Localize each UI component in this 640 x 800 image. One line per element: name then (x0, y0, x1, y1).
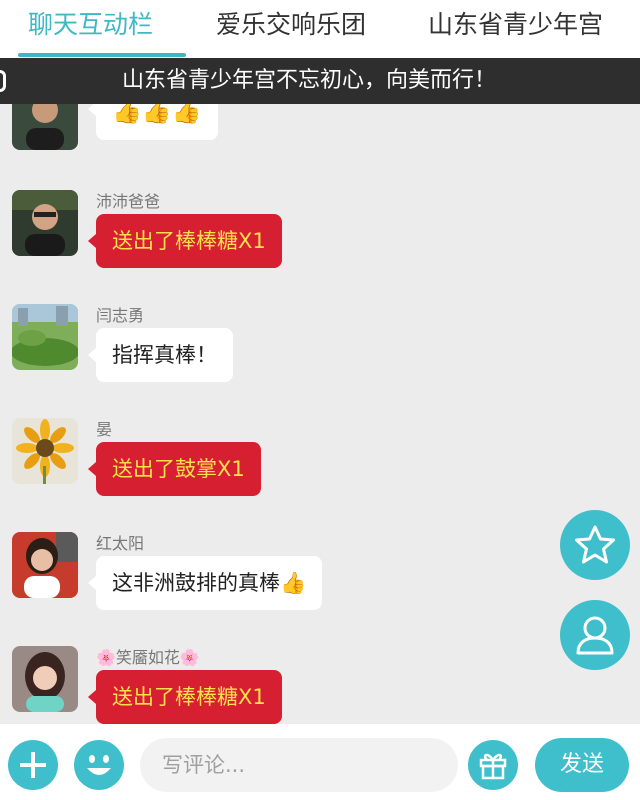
emoji-button[interactable] (74, 740, 124, 790)
nickname: 闫志勇 (96, 306, 145, 325)
add-button[interactable] (8, 740, 58, 790)
marquee-edge-mark (0, 70, 6, 92)
star-icon (575, 525, 615, 564)
announcement-marquee: 山东省青少年宫不忘初心，向美而行！ (0, 58, 640, 104)
nickname: 🌸笑靥如花🌸 (96, 648, 200, 667)
avatar[interactable] (12, 190, 78, 256)
avatar[interactable] (12, 304, 78, 370)
gift-bubble: 送出了鼓掌X1 (88, 442, 261, 496)
avatar[interactable] (12, 104, 78, 150)
bottom-toolbar: 发送 (0, 724, 640, 800)
message-bubble: 👍👍👍 (88, 104, 218, 140)
nickname: 沛沛爸爸 (96, 192, 161, 211)
nickname: 红太阳 (96, 534, 145, 553)
profile-button[interactable] (560, 600, 630, 670)
gift-button[interactable] (468, 740, 518, 790)
tab-bar: 聊天互动栏 爱乐交响乐团 山东省青少年宫 (0, 0, 640, 58)
chat-list[interactable]: 👍👍👍 沛沛爸爸 送出了棒棒糖X1 闫志勇 指挥真棒！ 晏 送出了鼓掌X1 红太… (0, 104, 640, 724)
send-button[interactable]: 发送 (535, 738, 629, 792)
user-icon (576, 616, 614, 655)
tab-orchestra[interactable]: 爱乐交响乐团 (216, 0, 366, 58)
tab-chat[interactable]: 聊天互动栏 (28, 0, 153, 58)
avatar[interactable] (12, 532, 78, 598)
message-bubble: 这非洲鼓排的真棒👍 (87, 556, 323, 610)
plus-icon (20, 752, 46, 778)
favorite-button[interactable] (560, 510, 630, 580)
announcement-text: 山东省青少年宫不忘初心，向美而行！ (122, 68, 497, 93)
gift-bubble: 送出了棒棒糖X1 (88, 670, 282, 724)
comment-input[interactable] (140, 738, 458, 792)
avatar[interactable] (12, 646, 78, 712)
gift-icon (479, 753, 507, 780)
nickname: 晏 (96, 420, 113, 439)
smiley-icon (87, 755, 111, 775)
message-bubble: 指挥真棒！ (88, 328, 233, 382)
tab-youth-palace[interactable]: 山东省青少年宫 (428, 0, 603, 58)
gift-bubble: 送出了棒棒糖X1 (88, 214, 282, 268)
avatar[interactable] (12, 418, 78, 484)
active-tab-indicator (18, 53, 186, 57)
